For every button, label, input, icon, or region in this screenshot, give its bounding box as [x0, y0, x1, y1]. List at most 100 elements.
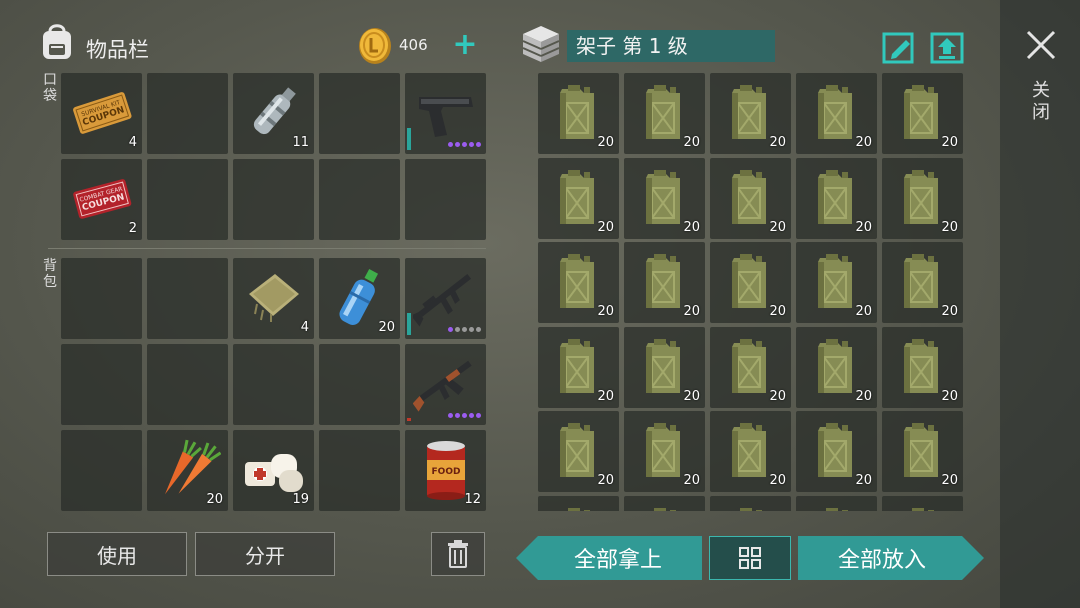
pocket-label: 口袋	[43, 72, 57, 104]
durability-bar	[407, 313, 411, 335]
backpack-slot[interactable]	[147, 344, 228, 425]
pocket-slot[interactable]	[147, 73, 228, 154]
item-quantity: 20	[769, 304, 786, 319]
container-slot[interactable]: 20	[796, 326, 877, 408]
backpack-slot[interactable]	[147, 258, 228, 339]
container-slot[interactable]: 20	[796, 242, 877, 323]
item-quantity: 19	[292, 492, 309, 507]
backpack-slot[interactable]	[61, 344, 142, 425]
jerrycan-icon	[654, 507, 676, 511]
backpack-slot[interactable]: 20	[147, 430, 228, 511]
pocket-slot[interactable]: SURVIVAL KIT COUPON 4	[61, 73, 142, 154]
pocket-slot[interactable]	[319, 73, 400, 154]
pocket-slot[interactable]: 11	[233, 73, 314, 154]
item-quantity: 4	[128, 135, 137, 150]
item-quantity: 20	[683, 388, 700, 404]
use-button[interactable]: 使用	[47, 532, 187, 576]
item-quantity: 20	[855, 473, 872, 488]
backpack-slot[interactable]: FOOD 12	[405, 430, 486, 511]
backpack-slot[interactable]	[233, 344, 314, 425]
item-quantity: 20	[941, 388, 958, 404]
container-slot[interactable]: 20	[710, 242, 791, 323]
rename-icon[interactable]	[882, 30, 916, 64]
trash-button[interactable]	[431, 532, 485, 576]
combat-coupon-icon: COMBAT GEARCOUPON	[73, 179, 132, 219]
item-quantity: 20	[597, 473, 614, 488]
pocket-slot[interactable]	[319, 159, 400, 240]
container-slot[interactable]: 20	[882, 411, 963, 492]
upload-icon[interactable]	[930, 30, 964, 64]
item-quantity: 20	[769, 473, 786, 488]
item-quantity: 20	[378, 320, 395, 335]
container-slot[interactable]: 20	[710, 495, 791, 511]
pocket-slot[interactable]	[147, 159, 228, 240]
backpack-slot[interactable]: 20	[319, 258, 400, 339]
container-slot[interactable]: 20	[710, 157, 791, 239]
close-icon[interactable]	[1024, 28, 1058, 62]
svg-text:FOOD: FOOD	[432, 467, 461, 477]
container-slot[interactable]: 20	[796, 495, 877, 511]
item-quantity: 11	[292, 135, 309, 150]
backpack-slot[interactable]: 4	[233, 258, 314, 339]
durability-bar	[407, 128, 411, 150]
container-slot[interactable]: 20	[538, 73, 619, 154]
container-slot[interactable]: 20	[796, 411, 877, 492]
container-slot[interactable]: 20	[882, 326, 963, 408]
container-slot[interactable]: 20	[538, 411, 619, 492]
close-label[interactable]: 关闭	[1030, 80, 1052, 124]
container-slot[interactable]: 20	[710, 73, 791, 154]
pocket-slot[interactable]	[233, 159, 314, 240]
item-quantity: 2	[128, 221, 137, 236]
split-button[interactable]: 分开	[195, 532, 335, 576]
item-quantity: 20	[206, 492, 223, 507]
put-all-button[interactable]: 全部放入	[798, 536, 984, 580]
item-quantity: 4	[300, 320, 309, 335]
container-slot[interactable]: 20	[882, 73, 963, 154]
item-quantity: 20	[597, 219, 614, 235]
container-slot[interactable]: 20	[882, 242, 963, 323]
container-slot[interactable]: 20	[710, 411, 791, 492]
backpack-slot[interactable]: 19	[233, 430, 314, 511]
item-quantity: 20	[769, 135, 786, 150]
container-slot[interactable]: 20	[796, 157, 877, 239]
backpack-icon	[43, 24, 71, 59]
container-slot[interactable]: 20	[882, 157, 963, 239]
backpack-slot[interactable]	[405, 258, 486, 339]
container-slot[interactable]: 20	[624, 242, 705, 323]
container-slot[interactable]: 20	[624, 495, 705, 511]
container-slot[interactable]: 20	[624, 326, 705, 408]
container-slot[interactable]: 20	[624, 157, 705, 239]
inventory-title: 物品栏	[86, 38, 149, 62]
pocket-slot[interactable]	[405, 159, 486, 240]
backpack-label: 背包	[43, 258, 57, 290]
sort-grid-button[interactable]	[709, 536, 791, 580]
jerrycan-icon	[826, 507, 848, 511]
backpack-slot[interactable]	[61, 258, 142, 339]
backpack-slot[interactable]	[319, 344, 400, 425]
add-coins-button[interactable]: +	[452, 30, 478, 60]
durability-bar	[407, 418, 411, 421]
backpack-slot[interactable]	[61, 430, 142, 511]
container-slot[interactable]: 20	[710, 326, 791, 408]
backpack-slot[interactable]	[405, 344, 486, 425]
container-slot[interactable]: 20	[538, 326, 619, 408]
item-quantity: 20	[941, 473, 958, 488]
item-quantity: 20	[855, 135, 872, 150]
container-slot[interactable]: 20	[538, 495, 619, 511]
quality-dots	[448, 142, 481, 148]
item-quantity: 20	[597, 135, 614, 150]
container-slot[interactable]: 20	[538, 242, 619, 323]
container-slot[interactable]: 20	[538, 157, 619, 239]
container-slot[interactable]: 20	[624, 411, 705, 492]
backpack-slot[interactable]	[319, 430, 400, 511]
pocket-slot[interactable]: COMBAT GEAR COUPON 2	[61, 159, 142, 240]
take-all-button[interactable]: 全部拿上	[516, 536, 702, 580]
container-slot[interactable]: 20	[624, 73, 705, 154]
item-quantity: 20	[769, 219, 786, 235]
trash-icon	[448, 540, 468, 568]
container-slot[interactable]: 20	[796, 73, 877, 154]
jerrycan-icon	[568, 507, 590, 511]
container-slot[interactable]: 20	[882, 495, 963, 511]
pocket-slot[interactable]	[405, 73, 486, 154]
item-quantity: 20	[941, 219, 958, 235]
